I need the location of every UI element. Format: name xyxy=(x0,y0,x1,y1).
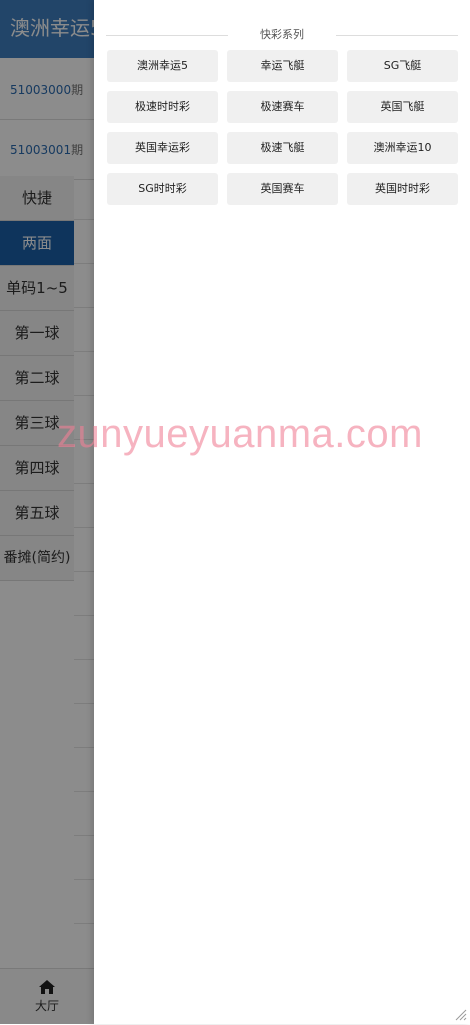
overlay-backdrop[interactable] xyxy=(0,0,94,968)
game-button[interactable]: 英国幸运彩 xyxy=(107,132,218,164)
game-button[interactable]: SG飞艇 xyxy=(347,50,458,82)
overlay-backdrop-bottom[interactable] xyxy=(0,968,94,1024)
game-button[interactable]: 澳洲幸运10 xyxy=(347,132,458,164)
game-switch-drawer: 快彩系列 澳洲幸运5 幸运飞艇 SG飞艇 极速时时彩 极速赛车 英国飞艇 英国幸… xyxy=(94,0,470,1024)
divider xyxy=(336,35,458,36)
game-button[interactable]: 极速赛车 xyxy=(227,91,338,123)
game-button[interactable]: 英国飞艇 xyxy=(347,91,458,123)
game-grid: 澳洲幸运5 幸运飞艇 SG飞艇 极速时时彩 极速赛车 英国飞艇 英国幸运彩 极速… xyxy=(107,50,459,205)
resize-grip-icon[interactable] xyxy=(455,1009,467,1021)
game-button[interactable]: 幸运飞艇 xyxy=(227,50,338,82)
drawer-title-row: 快彩系列 xyxy=(106,26,458,44)
game-button[interactable]: 极速时时彩 xyxy=(107,91,218,123)
game-button[interactable]: 英国时时彩 xyxy=(347,173,458,205)
watermark: zunyueyuanma.com xyxy=(57,412,423,456)
game-button[interactable]: 极速飞艇 xyxy=(227,132,338,164)
game-button[interactable]: 澳洲幸运5 xyxy=(107,50,218,82)
game-button[interactable]: SG时时彩 xyxy=(107,173,218,205)
game-button[interactable]: 英国赛车 xyxy=(227,173,338,205)
